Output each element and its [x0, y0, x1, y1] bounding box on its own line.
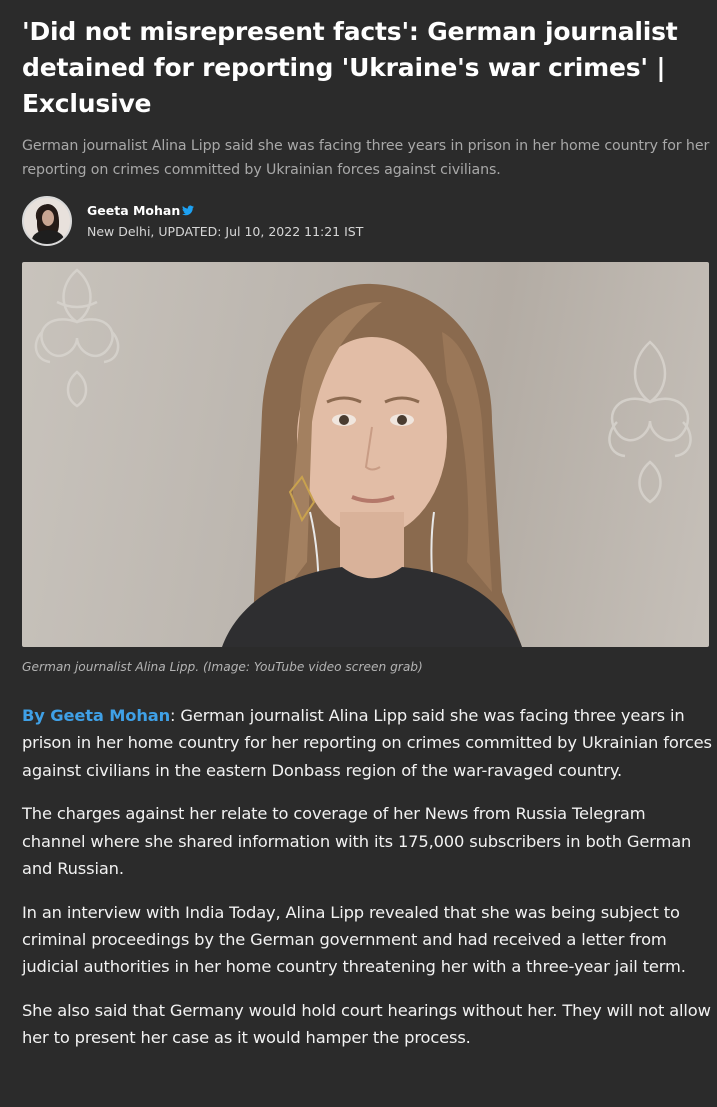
article-paragraph-1: By Geeta Mohan: German journalist Alina … — [22, 702, 712, 784]
article-body: By Geeta Mohan: German journalist Alina … — [22, 702, 712, 1068]
twitter-bird-icon[interactable] — [182, 205, 194, 216]
article-paragraph-3: In an interview with India Today, Alina … — [22, 902, 686, 977]
article-location: New Delhi, — [87, 224, 155, 239]
article-meta: New Delhi, UPDATED: Jul 10, 2022 11:21 IS… — [87, 224, 363, 239]
article-updated-timestamp: UPDATED: Jul 10, 2022 11:21 IST — [158, 224, 364, 239]
article-paragraph-2: The charges against her relate to covera… — [22, 804, 692, 878]
author-byline: Geeta Mohan New Delhi, UPDATED: Jul 10, 2… — [22, 196, 522, 248]
author-avatar[interactable] — [22, 196, 72, 246]
article-headline: 'Did not misrepresent facts': German jou… — [22, 17, 678, 118]
article-hero-image[interactable] — [22, 262, 709, 647]
hero-photo-illustration — [34, 268, 692, 647]
article-paragraph-4: She also said that Germany would hold co… — [22, 1001, 711, 1048]
author-name[interactable]: Geeta Mohan — [87, 203, 180, 218]
author-byline-link[interactable]: By Geeta Mohan — [22, 706, 170, 725]
article-summary: German journalist Alina Lipp said she wa… — [22, 138, 710, 178]
image-caption: German journalist Alina Lipp. (Image: Yo… — [22, 660, 423, 674]
